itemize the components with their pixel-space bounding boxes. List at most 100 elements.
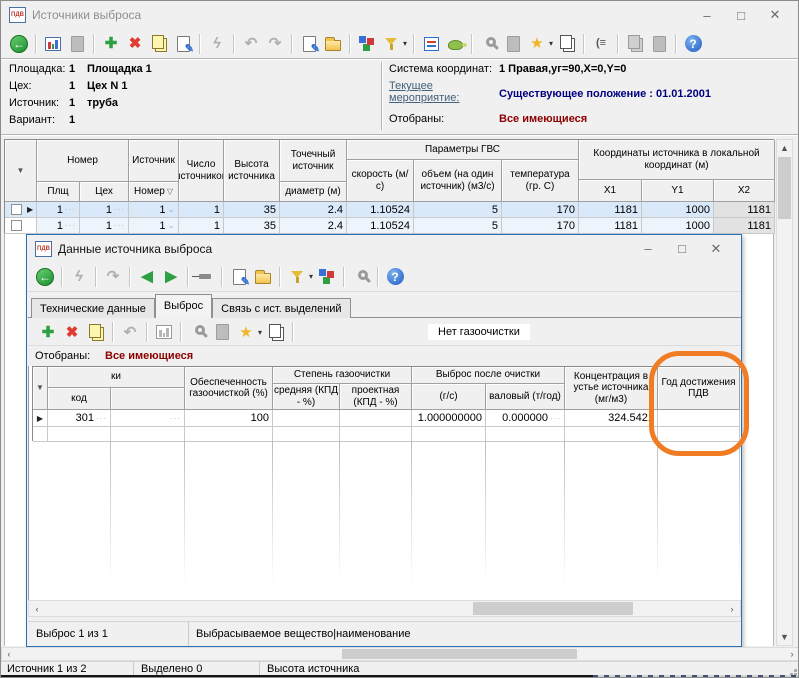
row-selector[interactable] [5, 218, 37, 234]
row-checkbox[interactable] [11, 204, 22, 215]
add-emission-button[interactable]: ✚ [36, 320, 60, 344]
main-horizontal-scrollbar[interactable]: ‹ › [1, 647, 799, 661]
col-header-plm[interactable]: Плщ [37, 182, 80, 202]
filter-button[interactable] [285, 265, 309, 289]
report-grid-button[interactable] [41, 32, 65, 56]
row-checkbox[interactable] [11, 220, 22, 231]
search-button[interactable] [349, 265, 373, 289]
cell-x2[interactable]: 1181 [714, 202, 775, 218]
cell-skorost[interactable]: 1.10524 [347, 202, 414, 218]
empty-cell[interactable] [185, 427, 273, 442]
col-header-god[interactable]: Год достижения ПДВ [658, 367, 740, 410]
col-header-vysota[interactable]: Высота источника [224, 140, 280, 202]
col-group-veschestva[interactable]: ки [48, 367, 185, 388]
col-header-diametr[interactable]: диаметр (м) [280, 182, 347, 202]
col-group-gvs[interactable]: Параметры ГВС [347, 140, 579, 160]
cell-plm[interactable]: 1··· [37, 202, 80, 218]
recalculate-button[interactable]: ϟ [67, 265, 91, 289]
row-selector[interactable] [33, 427, 48, 442]
back-button[interactable]: ← [7, 32, 31, 56]
add-button[interactable]: ✚ [99, 32, 123, 56]
col-header-skorost[interactable]: скорость (м/с) [347, 160, 414, 202]
empty-cell[interactable] [486, 427, 565, 442]
empty-cell[interactable] [273, 427, 340, 442]
pin-button[interactable] [193, 265, 217, 289]
col-header-srednyaya[interactable]: средняя (КПД - %) [273, 384, 340, 410]
scroll-down-button[interactable]: ▼ [777, 629, 792, 645]
copy-list-button[interactable] [555, 32, 579, 56]
selector-dropdown-icon[interactable]: ▼ [36, 383, 44, 392]
cell-obyem[interactable]: 5 [414, 218, 502, 234]
col-header-konc[interactable]: Концентрация в устье источника (мг/м3) [565, 367, 658, 410]
col-header-x1[interactable]: X1 [579, 180, 642, 202]
favorites-dropdown[interactable]: ▾ [549, 39, 553, 48]
copy-emission-button[interactable] [84, 320, 108, 344]
cell-diametr[interactable]: 2.4 [280, 218, 347, 234]
undo-button[interactable]: ↶ [118, 320, 142, 344]
eco-button[interactable] [443, 32, 467, 56]
dialog-minimize-button[interactable]: – [631, 241, 665, 256]
cell-x1[interactable]: 1181 [579, 202, 642, 218]
cell-obesp[interactable]: 100 [185, 410, 273, 427]
redo-button[interactable]: ↷ [263, 32, 287, 56]
col-header-proektnaya[interactable]: проектная (КПД - %) [340, 384, 412, 410]
help-button[interactable]: ? [383, 265, 407, 289]
scroll-up-button[interactable]: ▲ [777, 140, 792, 156]
cell-god[interactable] [658, 410, 740, 427]
undo-button[interactable]: ↶ [239, 32, 263, 56]
scroll-left-button[interactable]: ‹ [29, 601, 45, 616]
next-record-button[interactable]: ▶ [159, 265, 183, 289]
favorites-button[interactable]: ★ [234, 320, 258, 344]
col-header-x2[interactable]: X2 [714, 180, 775, 202]
col-header-name[interactable] [111, 388, 185, 410]
favorites-dropdown[interactable]: ▾ [258, 328, 262, 337]
help-button[interactable]: ? [681, 32, 705, 56]
cell-vysota[interactable]: 35 [224, 218, 280, 234]
empty-cell[interactable] [412, 427, 486, 442]
empty-cell[interactable] [111, 427, 185, 442]
cell-x2[interactable]: 1181 [714, 218, 775, 234]
row-selector[interactable]: ▶ [5, 202, 37, 218]
col-group-tochechny[interactable]: Точечный источник [280, 140, 347, 182]
dialog-maximize-button[interactable]: □ [665, 241, 699, 256]
search-button[interactable] [477, 32, 501, 56]
cell-proektnaya[interactable] [340, 410, 412, 427]
empty-cell[interactable] [565, 427, 658, 442]
empty-cell[interactable] [48, 427, 111, 442]
copy-list-button[interactable] [264, 320, 288, 344]
cell-temp[interactable]: 170 [502, 202, 579, 218]
col-group-stepen[interactable]: Степень газоочистки [273, 367, 412, 384]
cell-obyem[interactable]: 5 [414, 202, 502, 218]
grid-report-button[interactable] [152, 320, 176, 344]
cell-nomer[interactable]: 1⌄ [129, 218, 179, 234]
search-button[interactable] [186, 320, 210, 344]
col-header-nomer[interactable]: Номер▽ [129, 182, 179, 202]
cell-konc[interactable]: 324.5421 [565, 410, 658, 427]
scrollbar-thumb[interactable] [342, 649, 577, 659]
main-vertical-scrollbar[interactable]: ▲ ▼ [776, 139, 793, 646]
col-header-chislo[interactable]: Число источников [179, 140, 224, 202]
col-group-nomer[interactable]: Номер [37, 140, 129, 182]
recalculate-button[interactable]: ϟ [205, 32, 229, 56]
transfer-button[interactable] [315, 265, 339, 289]
transfer-button[interactable] [355, 32, 379, 56]
grid-selector-header[interactable]: ▼ [33, 367, 48, 410]
prev-record-button[interactable]: ◀ [135, 265, 159, 289]
scroll-left-button[interactable]: ‹ [2, 648, 16, 660]
scrollbar-thumb[interactable] [473, 602, 633, 615]
blank-document-button[interactable] [210, 320, 234, 344]
close-button[interactable]: ✕ [758, 7, 792, 23]
open-folder-button[interactable] [251, 265, 275, 289]
cell-vysota[interactable]: 35 [224, 202, 280, 218]
cell-y1[interactable]: 1000 [642, 218, 714, 234]
scrollbar-thumb[interactable] [778, 157, 791, 219]
col-group-koord[interactable]: Координаты источника в локальной координ… [579, 140, 775, 180]
tab-svyaz[interactable]: Связь с ист. выделений [212, 298, 350, 318]
cell-gs[interactable]: 1.000000000 [412, 410, 486, 427]
dialog-horizontal-scrollbar[interactable]: ‹ › [28, 600, 741, 617]
cell-nomer[interactable]: 1⌄ [129, 202, 179, 218]
col-group-istochnik[interactable]: Источник [129, 140, 179, 182]
cell-diametr[interactable]: 2.4 [280, 202, 347, 218]
col-header-temp[interactable]: температура (гр. С) [502, 160, 579, 202]
cell-temp[interactable]: 170 [502, 218, 579, 234]
